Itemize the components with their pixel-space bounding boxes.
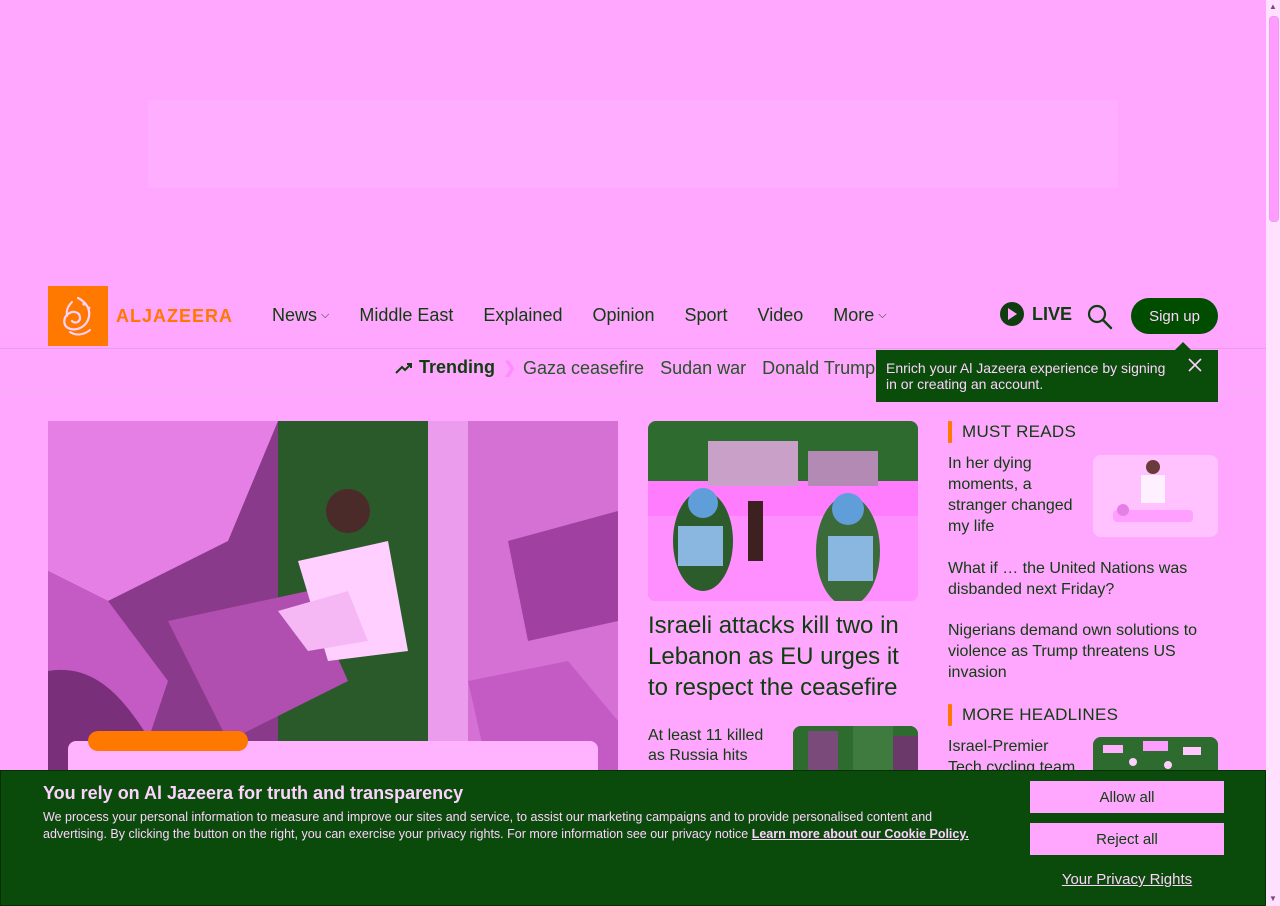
cookie-title: You rely on Al Jazeera for truth and tra… (43, 783, 464, 803)
nav-item-more[interactable]: More ⌵ (833, 305, 886, 326)
nav-item-explained[interactable]: Explained (483, 305, 562, 326)
scroll-down-arrow[interactable]: ▼ (1269, 895, 1277, 903)
chevron-down-icon: ⌵ (321, 309, 330, 321)
live-label: LIVE (1032, 303, 1073, 324)
must-read-item[interactable]: What if … the United Nations was disband… (948, 558, 1218, 600)
search-icon[interactable] (1087, 304, 1113, 330)
accent-bar (948, 421, 952, 443)
play-icon (1000, 302, 1024, 326)
reject-all-button[interactable]: Reject all (1030, 823, 1224, 855)
hero-image[interactable] (48, 421, 618, 770)
hero-category-tag (88, 731, 248, 751)
section-title: MORE HEADLINES (962, 705, 1119, 724)
live-button[interactable]: LIVE (1000, 302, 1072, 326)
cookie-policy-link[interactable]: Learn more about our Cookie Policy. (752, 827, 969, 841)
trending-text: Trending (419, 357, 495, 377)
trending-item[interactable]: Gaza ceasefire (523, 358, 644, 379)
chevron-down-icon: ⌵ (878, 309, 887, 321)
nav-label: Middle East (359, 305, 454, 325)
must-reads-heading: MUST READS (948, 421, 1076, 443)
scrollbar-thumb[interactable] (1269, 16, 1279, 222)
aljazeera-logo-icon[interactable] (48, 286, 108, 346)
russia-article-image[interactable] (793, 726, 918, 776)
nav-label: More (833, 305, 875, 325)
sign-in-tooltip: Enrich your Al Jazeera experience by sig… (876, 342, 1218, 402)
brand-name[interactable]: ALJAZEERA (116, 306, 233, 327)
trending-up-icon (395, 362, 412, 374)
nav-item-middle-east[interactable]: Middle East (359, 305, 453, 326)
section-title: MUST READS (962, 422, 1077, 441)
ad-placeholder (148, 100, 1118, 188)
must-read-item[interactable]: In her dying moments, a stranger changed… (948, 453, 1083, 537)
russia-headline[interactable]: At least 11 killed as Russia hits (648, 726, 783, 766)
trending-list: Gaza ceasefire Sudan war Donald Trump (523, 358, 875, 379)
privacy-rights-link[interactable]: Your Privacy Rights (1030, 871, 1224, 888)
nav-item-video[interactable]: Video (758, 305, 804, 326)
scrollbar[interactable]: ▲ ▼ (1266, 0, 1280, 906)
more-headlines-heading: MORE HEADLINES (948, 704, 1118, 726)
sign-up-button[interactable]: Sign up (1131, 298, 1218, 334)
must-read-thumbnail[interactable] (1093, 455, 1218, 537)
lebanon-headline[interactable]: Israeli attacks kill two in Lebanon as E… (648, 610, 918, 703)
allow-all-button[interactable]: Allow all (1030, 781, 1224, 813)
main-nav: News ⌵ Middle East Explained Opinion Spor… (272, 305, 917, 326)
trending-item[interactable]: Donald Trump (762, 358, 875, 379)
close-icon[interactable] (1188, 358, 1204, 374)
nav-label: Video (757, 305, 804, 325)
scroll-up-arrow[interactable]: ▲ (1269, 3, 1277, 11)
tooltip-text: Enrich your Al Jazeera experience by sig… (886, 360, 1166, 392)
nav-item-sport[interactable]: Sport (685, 305, 728, 326)
cookie-banner: You rely on Al Jazeera for truth and tra… (0, 770, 1266, 906)
must-read-item[interactable]: Nigerians demand own solutions to violen… (948, 620, 1218, 683)
nav-label: Explained (483, 305, 563, 325)
nav-item-opinion[interactable]: Opinion (592, 305, 654, 326)
nav-item-news[interactable]: News ⌵ (272, 305, 329, 326)
nav-label: News (272, 305, 318, 325)
lebanon-article-image[interactable] (648, 421, 918, 601)
ad-area (0, 0, 1266, 285)
nav-label: Sport (684, 305, 728, 325)
accent-bar (948, 704, 952, 726)
trending-label: Trending ❯ (395, 357, 516, 378)
cookie-description: We process your personal information to … (43, 809, 973, 843)
nav-label: Opinion (592, 305, 655, 325)
site-header: ALJAZEERA News ⌵ Middle East Explained Op… (0, 286, 1266, 349)
trending-item[interactable]: Sudan war (660, 358, 746, 379)
chevron-right-icon: ❯ (503, 359, 517, 377)
